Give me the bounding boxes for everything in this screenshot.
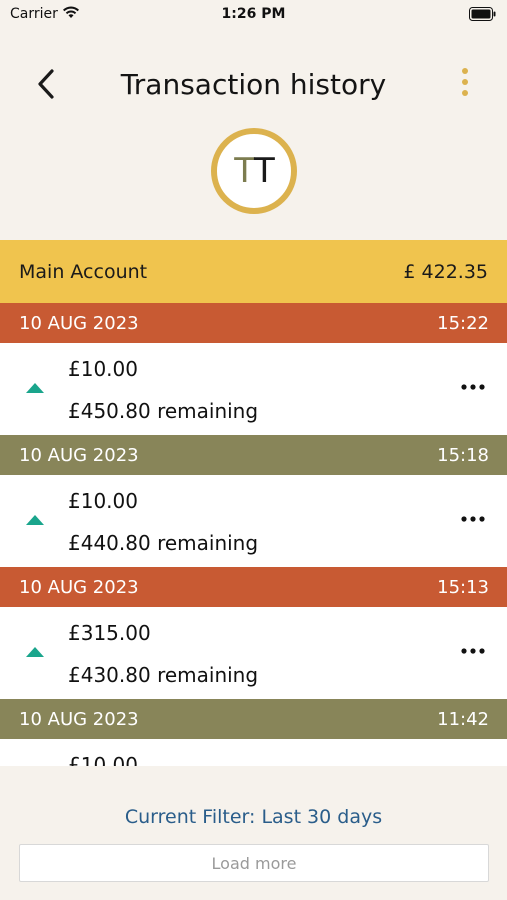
transaction-time: 15:22 bbox=[437, 312, 489, 334]
transaction-remaining: £450.80 remaining bbox=[68, 399, 259, 423]
load-more-button[interactable]: Load more bbox=[19, 844, 489, 882]
date-header: 10 AUG 2023 15:13 bbox=[0, 567, 507, 607]
date-header: 10 AUG 2023 11:42 bbox=[0, 699, 507, 739]
transaction-time: 15:18 bbox=[437, 444, 489, 466]
date-header: 10 AUG 2023 15:18 bbox=[0, 435, 507, 475]
transaction-remaining: £440.80 remaining bbox=[68, 531, 259, 555]
transaction-date: 10 AUG 2023 bbox=[19, 708, 139, 730]
transaction-remaining: £430.80 remaining bbox=[68, 663, 259, 687]
account-name: Main Account bbox=[19, 260, 148, 283]
more-vert-icon bbox=[462, 68, 468, 96]
transaction-date: 10 AUG 2023 bbox=[19, 576, 139, 598]
triangle-up-icon bbox=[26, 515, 44, 525]
more-horiz-icon[interactable] bbox=[461, 383, 485, 391]
more-horiz-icon[interactable] bbox=[461, 515, 485, 523]
triangle-up-icon bbox=[26, 383, 44, 393]
account-balance: £ 422.35 bbox=[403, 260, 488, 283]
transaction-amount: £10.00 bbox=[68, 753, 138, 766]
current-filter-label[interactable]: Current Filter: Last 30 days bbox=[0, 806, 507, 828]
avatar-initial-second: T bbox=[254, 151, 275, 191]
transaction-amount: £315.00 bbox=[68, 621, 151, 645]
date-header: 10 AUG 2023 15:22 bbox=[0, 303, 507, 343]
transaction-list[interactable]: 10 AUG 2023 15:22 £10.00 £450.80 remaini… bbox=[0, 303, 507, 766]
account-bar: Main Account £ 422.35 bbox=[0, 240, 507, 303]
transaction-row[interactable]: £10.00 bbox=[0, 739, 507, 766]
triangle-up-icon bbox=[26, 647, 44, 657]
avatar: TT bbox=[211, 128, 297, 214]
page-title: Transaction history bbox=[120, 68, 387, 101]
transaction-amount: £10.00 bbox=[68, 357, 138, 381]
transaction-row[interactable]: £315.00 £430.80 remaining bbox=[0, 607, 507, 699]
transaction-row[interactable]: £10.00 £440.80 remaining bbox=[0, 475, 507, 567]
battery-icon bbox=[469, 7, 497, 25]
more-horiz-icon[interactable] bbox=[461, 647, 485, 655]
nav-bar: Transaction history bbox=[0, 56, 507, 112]
transaction-time: 11:42 bbox=[437, 708, 489, 730]
more-options-button[interactable] bbox=[457, 66, 473, 102]
avatar-initial-first: T bbox=[234, 151, 255, 191]
transaction-row[interactable]: £10.00 £450.80 remaining bbox=[0, 343, 507, 435]
transaction-date: 10 AUG 2023 bbox=[19, 312, 139, 334]
status-bar: Carrier 1:26 PM bbox=[0, 0, 507, 30]
clock: 1:26 PM bbox=[221, 6, 286, 22]
transaction-date: 10 AUG 2023 bbox=[19, 444, 139, 466]
transaction-time: 15:13 bbox=[437, 576, 489, 598]
transaction-amount: £10.00 bbox=[68, 489, 138, 513]
